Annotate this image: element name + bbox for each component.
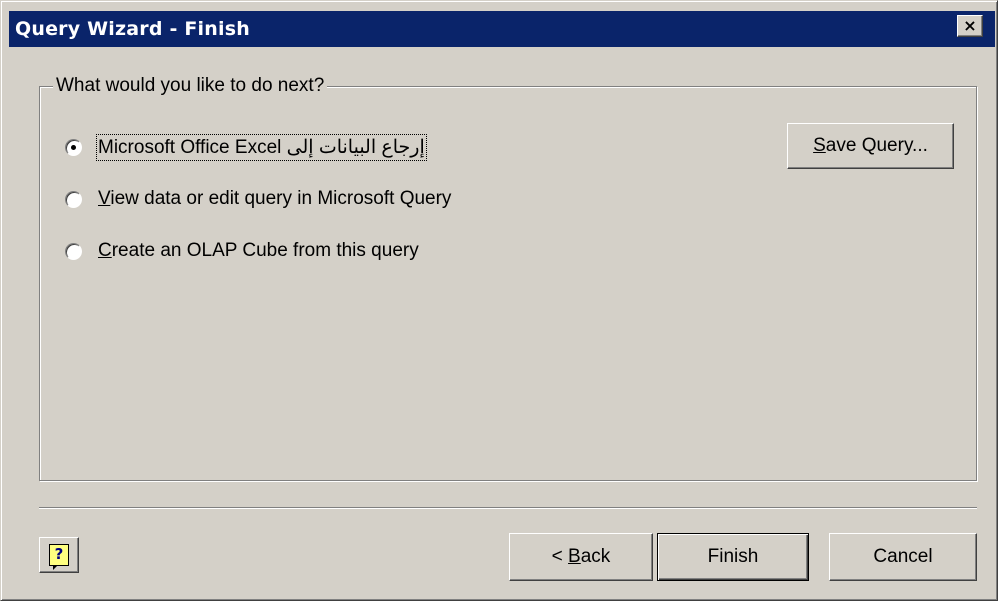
window-title: Query Wizard - Finish — [15, 18, 250, 40]
option-create-olap-cube[interactable]: Create an OLAP Cube from this query — [65, 238, 419, 264]
option-view-in-ms-query[interactable]: View data or edit query in Microsoft Que… — [65, 186, 451, 212]
close-icon: × — [963, 16, 977, 35]
option-label-return-to-excel: إرجاع البيانات إلى Microsoft Office Exce… — [96, 133, 427, 161]
divider — [39, 507, 977, 509]
query-wizard-dialog: Query Wizard - Finish × What would you l… — [0, 0, 998, 601]
save-query-label: ave Query... — [825, 135, 928, 156]
finish-label: Finish — [707, 546, 759, 567]
help-button[interactable]: ? — [39, 537, 79, 573]
back-button[interactable]: < Back — [509, 533, 653, 581]
close-button[interactable]: × — [957, 15, 983, 37]
access-key-b: B — [568, 546, 581, 567]
access-key-s: S — [813, 135, 826, 156]
option-label-create-olap-cube: Create an OLAP Cube from this query — [98, 240, 419, 262]
access-key-c: C — [98, 240, 112, 261]
group-legend: What would you like to do next? — [53, 75, 328, 97]
radio-view-in-ms-query[interactable] — [65, 190, 82, 208]
radio-return-to-excel[interactable] — [65, 138, 82, 156]
option-return-to-excel[interactable]: إرجاع البيانات إلى Microsoft Office Exce… — [65, 133, 427, 161]
option-label-rest: reate an OLAP Cube from this query — [111, 240, 419, 261]
cancel-button[interactable]: Cancel — [829, 533, 977, 581]
save-query-button[interactable]: Save Query... — [787, 123, 954, 169]
help-icon: ? — [49, 544, 69, 570]
back-label: ack — [580, 546, 611, 567]
access-key-v: V — [98, 188, 111, 209]
option-label-rest: iew data or edit query in Microsoft Quer… — [110, 188, 452, 209]
option-label-view-in-ms-query: View data or edit query in Microsoft Que… — [98, 188, 451, 210]
back-arrow: < — [551, 546, 569, 567]
finish-button[interactable]: Finish — [657, 533, 809, 581]
cancel-label: Cancel — [873, 546, 933, 567]
radio-create-olap-cube[interactable] — [65, 242, 82, 260]
title-bar: Query Wizard - Finish — [9, 11, 995, 47]
